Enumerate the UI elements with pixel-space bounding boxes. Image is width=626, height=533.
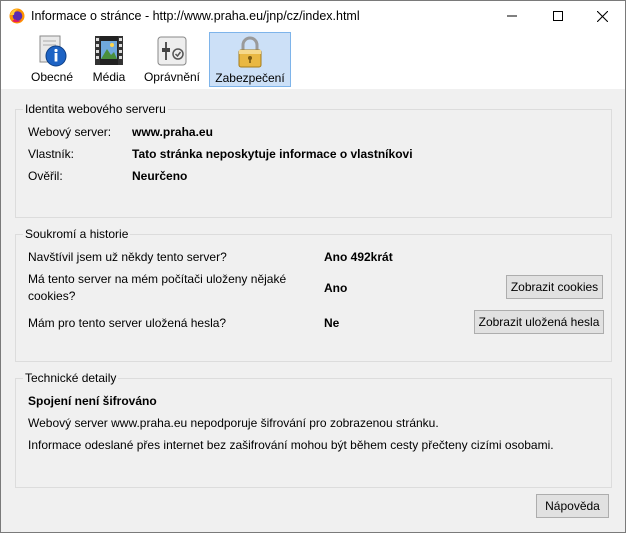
encryption-info-line2: Informace odeslané přes internet bez zaš…: [28, 438, 554, 452]
tab-security[interactable]: Zabezpečení: [209, 32, 291, 87]
visited-label: Navštívil jsem už někdy tento server?: [28, 250, 227, 264]
identity-group-title: Identita webového serveru: [23, 102, 168, 116]
tab-permissions-label: Oprávnění: [143, 70, 201, 84]
verified-value: Neurčeno: [132, 169, 188, 183]
server-label: Webový server:: [28, 125, 112, 139]
technical-group-title: Technické detaily: [23, 371, 119, 385]
permissions-icon: [157, 36, 187, 66]
toolbar: Obecné Média Oprávnění Zabezpečení: [1, 31, 625, 89]
privacy-group: Soukromí a historie Navštívil jsem už ně…: [15, 227, 612, 362]
media-icon: [95, 36, 123, 65]
verified-label: Ověřil:: [28, 169, 63, 183]
passwords-value: Ne: [324, 316, 340, 330]
help-button[interactable]: Nápověda: [536, 494, 609, 518]
encryption-info-line1: Webový server www.praha.eu nepodporuje š…: [28, 416, 439, 430]
tab-general-label: Obecné: [30, 70, 74, 84]
identity-group: Identita webového serveru Webový server:…: [15, 102, 612, 218]
maximize-icon: [553, 11, 563, 21]
cookies-value: Ano: [324, 281, 348, 295]
firefox-icon: [9, 8, 25, 24]
server-value: www.praha.eu: [132, 125, 213, 139]
minimize-button[interactable]: [489, 1, 535, 31]
technical-group: Technické detaily Spojení není šifrováno…: [15, 371, 612, 488]
title-bar: Informace o stránce - http://www.praha.e…: [1, 1, 625, 31]
close-icon: [596, 10, 608, 22]
info-icon: [39, 35, 67, 67]
maximize-button[interactable]: [535, 1, 581, 31]
passwords-label: Mám pro tento server uložená hesla?: [28, 316, 227, 330]
tab-security-label: Zabezpečení: [215, 71, 285, 85]
show-passwords-button[interactable]: Zobrazit uložená hesla: [474, 310, 604, 334]
minimize-icon: [507, 15, 517, 17]
visited-value: Ano 492krát: [324, 250, 393, 264]
security-panel: Identita webového serveru Webový server:…: [1, 89, 625, 532]
page-info-window: Informace o stránce - http://www.praha.e…: [0, 0, 626, 533]
owner-label: Vlastník:: [28, 147, 75, 161]
close-button[interactable]: [579, 1, 625, 31]
owner-value: Tato stránka neposkytuje informace o vla…: [132, 147, 413, 161]
cookies-label: Má tento server na mém počítači uloženy …: [28, 272, 287, 303]
lock-icon: [238, 36, 262, 68]
tab-general[interactable]: Obecné: [27, 32, 77, 87]
tab-media[interactable]: Média: [87, 32, 131, 87]
privacy-group-title: Soukromí a historie: [23, 227, 131, 241]
connection-heading: Spojení není šifrováno: [28, 394, 157, 408]
tab-permissions[interactable]: Oprávnění: [141, 32, 203, 87]
show-cookies-button[interactable]: Zobrazit cookies: [506, 275, 603, 299]
tab-media-label: Média: [92, 70, 126, 84]
window-title: Informace o stránce - http://www.praha.e…: [31, 9, 360, 23]
